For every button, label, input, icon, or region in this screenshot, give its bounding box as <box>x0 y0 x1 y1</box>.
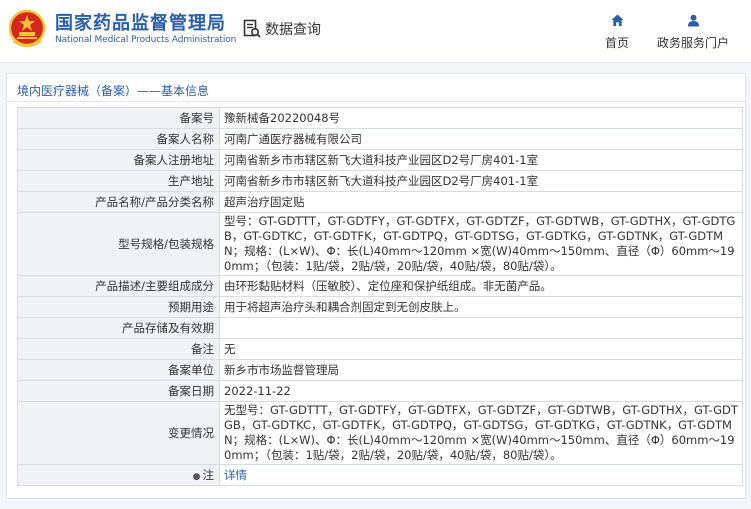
field-value: 新乡市市场监督管理局 <box>219 359 743 381</box>
breadcrumb-page: 基本信息 <box>161 84 210 98</box>
breadcrumb: 境内医疗器械（备案）——基本信息 <box>17 82 209 99</box>
user-icon <box>687 14 699 27</box>
field-label: 备案日期 <box>17 380 220 402</box>
data-query-link[interactable]: 数据查询 <box>243 19 321 39</box>
field-value: 河南省新乡市市辖区新飞大道科技产业园区D2号厂房401-1室 <box>219 170 743 192</box>
field-label: 备案人注册地址 <box>17 149 220 171</box>
table-row: 产品描述/主要组成成分 由环形黏贴材料（压敏胶）、定位座和保护纸组成。非无菌产品… <box>17 275 743 297</box>
table-row: 备案号 豫新械备20220048号 <box>17 107 743 129</box>
nav-government-portal[interactable]: 政务服务门户 <box>652 14 734 51</box>
basic-info-table: 备案号 豫新械备20220048号 备案人名称 河南广通医疗器械有限公司 备案人… <box>17 107 743 486</box>
detail-card: 境内医疗器械（备案）——基本信息 备案号 豫新械备20220048号 备案人名称… <box>6 73 746 499</box>
table-row: 备案单位 新乡市市场监督管理局 <box>17 359 743 381</box>
table-row: 预期用途 用于将超声治疗头和耦合剂固定到无创皮肤上。 <box>17 296 743 318</box>
details-link[interactable]: 详情 <box>224 468 247 482</box>
table-row: 产品存储及有效期 <box>17 317 743 339</box>
field-label: 生产地址 <box>17 170 220 192</box>
pin-icon: ● <box>192 472 201 482</box>
nav-home-label: 首页 <box>604 36 629 50</box>
field-label: 产品存储及有效期 <box>17 317 220 339</box>
note-label-cell: ● 注 <box>17 464 220 486</box>
field-value: 无 <box>219 338 743 360</box>
table-row: 产品名称/产品分类名称 超声治疗固定贴 <box>17 191 743 213</box>
field-label: 预期用途 <box>17 296 220 318</box>
field-value: 2022-11-22 <box>219 380 743 402</box>
divider <box>7 101 745 102</box>
field-label: 备案单位 <box>17 359 220 381</box>
table-row: ● 注 详情 <box>17 464 743 486</box>
field-label: 备注 <box>17 338 220 360</box>
field-value: 由环形黏贴材料（压敏胶）、定位座和保护纸组成。非无菌产品。 <box>219 275 743 297</box>
field-label: 变更情况 <box>17 401 220 465</box>
field-label: 备案号 <box>17 107 220 129</box>
field-value: 豫新械备20220048号 <box>219 107 743 129</box>
field-value: 超声治疗固定贴 <box>219 191 743 213</box>
site-title[interactable]: 国家药品监督管理局 <box>55 9 226 35</box>
national-emblem-icon[interactable] <box>8 9 46 49</box>
document-search-icon <box>243 19 261 38</box>
table-row: 备案人注册地址 河南省新乡市市辖区新飞大道科技产业园区D2号厂房401-1室 <box>17 149 743 171</box>
table-row: 备案人名称 河南广通医疗器械有限公司 <box>17 128 743 150</box>
field-value: 型号：GT-GDTTT，GT-GDTFY，GT-GDTFX，GT-GDTZF，G… <box>219 212 743 276</box>
field-label: 型号规格/包装规格 <box>17 212 220 276</box>
site-header: 国家药品监督管理局 National Medical Products Admi… <box>0 0 751 63</box>
field-label: 产品名称/产品分类名称 <box>17 191 220 213</box>
home-icon <box>610 14 624 27</box>
field-value: 河南省新乡市市辖区新飞大道科技产业园区D2号厂房401-1室 <box>219 149 743 171</box>
breadcrumb-separator: —— <box>137 84 162 98</box>
nav-portal-label: 政务服务门户 <box>656 36 729 50</box>
table-row: 备案日期 2022-11-22 <box>17 380 743 402</box>
breadcrumb-category[interactable]: 境内医疗器械（备案） <box>17 84 137 98</box>
nav-home[interactable]: 首页 <box>601 14 633 51</box>
field-value <box>219 317 743 339</box>
table-row: 生产地址 河南省新乡市市辖区新飞大道科技产业园区D2号厂房401-1室 <box>17 170 743 192</box>
field-value: 用于将超声治疗头和耦合剂固定到无创皮肤上。 <box>219 296 743 318</box>
table-row: 变更情况 无型号：GT-GDTTT，GT-GDTFY，GT-GDTFX，GT-G… <box>17 401 743 465</box>
field-value: 河南广通医疗器械有限公司 <box>219 128 743 150</box>
table-row: 型号规格/包装规格 型号：GT-GDTTT，GT-GDTFY，GT-GDTFX，… <box>17 212 743 276</box>
data-query-label: 数据查询 <box>265 22 321 38</box>
note-value-cell: 详情 <box>219 464 743 486</box>
field-value: 无型号：GT-GDTTT，GT-GDTFY，GT-GDTFX，GT-GDTZF，… <box>219 401 743 465</box>
field-label: 备案人名称 <box>17 128 220 150</box>
field-label: 产品描述/主要组成成分 <box>17 275 220 297</box>
site-subtitle: National Medical Products Administration <box>55 35 237 45</box>
table-row: 备注 无 <box>17 338 743 360</box>
field-label: 注 <box>202 468 215 482</box>
